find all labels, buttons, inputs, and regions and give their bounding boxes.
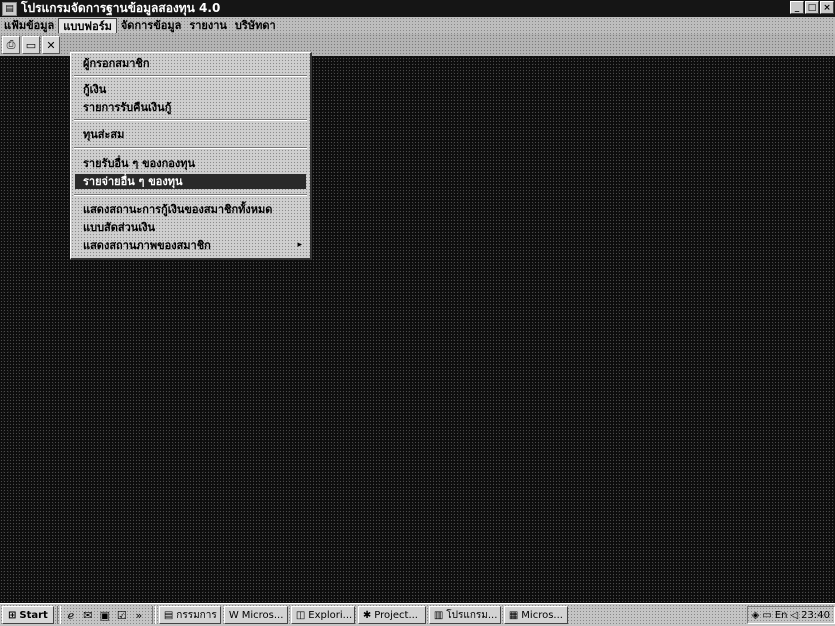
- menu-item-loan[interactable]: กู้เงิน: [75, 82, 306, 97]
- task-button[interactable]: ✱ Project...: [357, 606, 426, 624]
- shield-icon[interactable]: ◈: [752, 610, 760, 621]
- task-label: Project...: [374, 609, 418, 621]
- access-icon: ▦: [508, 609, 519, 621]
- document-icon[interactable]: ▭: [22, 36, 40, 54]
- ie-icon[interactable]: ℯ: [64, 608, 78, 622]
- menu-separator: [74, 147, 307, 149]
- volume-icon[interactable]: ◁: [790, 610, 798, 621]
- menu-separator: [74, 194, 307, 196]
- task-label: กรรมการ: [176, 609, 217, 621]
- desktop-icon[interactable]: ▣: [98, 608, 112, 622]
- menu-item-accumulated-fund[interactable]: ทุนส่ะสม: [75, 127, 306, 142]
- word-icon: W: [228, 609, 239, 621]
- tools-icon[interactable]: ✕: [42, 36, 60, 54]
- outlook-icon[interactable]: ✉: [81, 608, 95, 622]
- menu-data-management[interactable]: จัดการข้อมูล: [117, 18, 185, 33]
- explorer-icon: ◫: [295, 609, 306, 621]
- task-label: Micros...: [241, 609, 284, 621]
- windows-logo-icon: ⊞: [8, 609, 17, 621]
- task-button[interactable]: ◫ Explori...: [290, 606, 355, 624]
- maximize-button[interactable]: □: [805, 1, 819, 14]
- watermark-arc-text: [46, 332, 148, 457]
- menu-item-other-income[interactable]: รายรับอื่น ๆ ของกองทุน: [75, 156, 306, 171]
- taskbar-separator: [56, 606, 61, 624]
- taskbar-separator: [151, 606, 156, 624]
- clock: 23:40: [801, 609, 830, 621]
- menu-item-money-ratio[interactable]: แบบสัดส่วนเงิน: [75, 220, 306, 235]
- menu-company[interactable]: บริษัทดา: [231, 18, 280, 33]
- language-indicator[interactable]: En: [775, 610, 788, 621]
- minimize-button[interactable]: _: [790, 1, 804, 14]
- task-label: Explori...: [308, 609, 353, 621]
- network-icon[interactable]: ▭: [762, 610, 771, 621]
- project-icon: ✱: [362, 609, 372, 621]
- menu-forms[interactable]: แบบฟอร์ม: [58, 18, 117, 33]
- menu-separator: [74, 75, 307, 77]
- menubar: แฟ้มข้อมูล แบบฟอร์ม จัดการข้อมูล รายงาน …: [0, 17, 835, 34]
- menu-item-member-entry[interactable]: ผู้กรอกสมาชิก: [75, 56, 306, 71]
- printer-icon[interactable]: ⎙: [2, 36, 20, 54]
- window-titlebar: ▤ โปรแกรมจัดการฐานข้อมูลสองทุน 4.0 _ □ ×: [0, 0, 835, 17]
- menu-reports[interactable]: รายงาน: [185, 18, 231, 33]
- folder-icon: ▤: [163, 609, 174, 621]
- task-button[interactable]: ▥ โปรแกรม...: [428, 606, 501, 624]
- menu-item-other-expense[interactable]: รายจ่ายอื่น ๆ ของทุน: [75, 174, 306, 189]
- start-label: Start: [19, 609, 48, 621]
- quicklaunch-chevron-icon[interactable]: »: [132, 608, 146, 622]
- menu-item-member-status-label: แสดงสถานภาพของสมาชิก: [83, 239, 211, 252]
- channel-icon[interactable]: ☑: [115, 608, 129, 622]
- close-button[interactable]: ×: [820, 1, 834, 14]
- start-button[interactable]: ⊞ Start: [2, 606, 54, 624]
- menu-item-member-status[interactable]: แสดงสถานภาพของสมาชิก ▸: [75, 238, 306, 253]
- task-button[interactable]: ▦ Micros...: [503, 606, 568, 624]
- task-button[interactable]: ▤ กรรมการ: [158, 606, 221, 624]
- taskbar: ⊞ Start ℯ ✉ ▣ ☑ » ▤ กรรมการ W Micros... …: [0, 603, 835, 626]
- menu-file[interactable]: แฟ้มข้อมูล: [0, 18, 58, 33]
- menu-separator: [74, 119, 307, 121]
- task-button[interactable]: W Micros...: [223, 606, 288, 624]
- forms-dropdown-menu: ผู้กรอกสมาชิก กู้เงิน รายการรับคืนเงินกู…: [70, 52, 312, 260]
- menu-item-loan-status[interactable]: แสดงสถานะการกู้เงินของสมาชิกทั้งหมด: [75, 202, 306, 217]
- window-controls: _ □ ×: [790, 1, 834, 14]
- task-label: โปรแกรม...: [446, 609, 498, 621]
- database-app-icon: ▥: [433, 609, 444, 621]
- system-tray: ◈ ▭ En ◁ 23:40: [746, 606, 835, 624]
- app-icon: ▤: [2, 1, 17, 16]
- task-label: Micros...: [521, 609, 563, 621]
- submenu-arrow-icon: ▸: [297, 240, 302, 250]
- menu-item-loan-repayment[interactable]: รายการรับคืนเงินกู้: [75, 100, 306, 115]
- window-title: โปรแกรมจัดการฐานข้อมูลสองทุน 4.0: [21, 1, 221, 15]
